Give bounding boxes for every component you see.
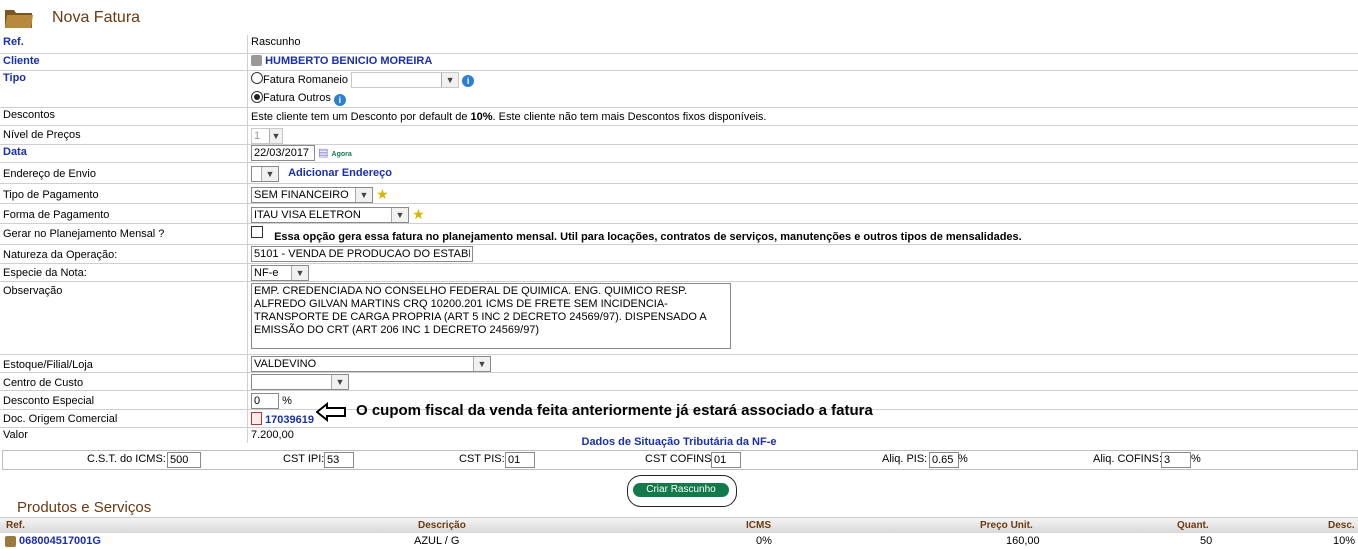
table-row[interactable]: 068004517001G AZUL / G 0% 160,00 50 10% bbox=[0, 533, 1358, 549]
pis-label: CST PIS: bbox=[459, 453, 505, 465]
estoque-label: Estoque/Filial/Loja bbox=[0, 354, 248, 373]
chevron-down-icon: ▼ bbox=[441, 72, 459, 87]
gerar-checkbox[interactable] bbox=[251, 225, 263, 238]
info-icon[interactable]: i bbox=[462, 75, 475, 88]
nivel-label: Nível de Preços bbox=[0, 125, 248, 145]
produtos-title: Produtos e Serviços bbox=[17, 499, 152, 516]
col-descricao: Descrição bbox=[418, 520, 466, 531]
document-icon bbox=[251, 411, 262, 425]
gerar-text: Essa opção gera essa fatura no planejame… bbox=[274, 230, 1022, 243]
data-field[interactable] bbox=[251, 144, 315, 161]
criar-rascunho-highlight: Criar Rascunho bbox=[627, 475, 737, 507]
cofins-field[interactable] bbox=[711, 452, 741, 468]
agora-link[interactable]: Agora bbox=[332, 151, 352, 158]
radio-fatura-romaneio[interactable] bbox=[251, 72, 263, 85]
cofins-label: CST COFINS: bbox=[645, 453, 715, 465]
desc-esp-label: Desconto Especial bbox=[0, 390, 248, 410]
ipi-field[interactable] bbox=[324, 452, 354, 468]
tipo-opt2-label: Fatura Outros bbox=[263, 91, 331, 104]
forma-pag-label: Forma de Pagamento bbox=[0, 203, 248, 224]
chevron-down-icon: ▼ bbox=[269, 128, 282, 143]
chevron-down-icon: ▼ bbox=[291, 265, 308, 280]
descontos-text: Este cliente tem um Desconto por default… bbox=[247, 107, 1358, 126]
desc-esp-unit: % bbox=[282, 394, 292, 407]
estoque-select[interactable]: VALDEVINO ▼ bbox=[251, 355, 491, 372]
romaneio-select[interactable]: ▼ bbox=[351, 71, 460, 88]
star-icon[interactable]: ★ bbox=[412, 206, 425, 222]
header: Nova Fatura bbox=[0, 0, 1358, 36]
col-quant: Quant. bbox=[1177, 520, 1209, 531]
invoice-form: Ref. Rascunho Cliente HUMBERTO BENICIO MO… bbox=[0, 35, 1358, 444]
endereco-select[interactable]: ▼ bbox=[251, 165, 279, 182]
folder-icon bbox=[5, 10, 33, 28]
tributaria-title: Dados de Situação Tributária da NF-e bbox=[581, 436, 777, 448]
chevron-down-icon: ▼ bbox=[473, 356, 490, 371]
produtos-header: Ref. Descrição ICMS Preço Unit. Quant. D… bbox=[0, 517, 1358, 533]
criar-rascunho-button[interactable]: Criar Rascunho bbox=[633, 483, 729, 497]
centro-label: Centro de Custo bbox=[0, 372, 248, 391]
produto-quant: 50 bbox=[1200, 535, 1213, 547]
ipi-label: CST IPI: bbox=[283, 453, 325, 465]
radio-fatura-outros[interactable] bbox=[251, 90, 263, 103]
doc-origem-link[interactable]: 17039619 bbox=[265, 414, 314, 426]
especie-label: Especie da Nota: bbox=[0, 263, 248, 282]
endereco-label: Endereço de Envio bbox=[0, 162, 248, 184]
natureza-field[interactable] bbox=[251, 245, 473, 262]
adicionar-endereco-link[interactable]: Adicionar Endereço bbox=[288, 167, 392, 179]
forma-pagamento-select[interactable]: ITAU VISA ELETRON ▼ bbox=[251, 206, 409, 223]
chevron-down-icon: ▼ bbox=[331, 374, 348, 389]
col-preco: Preço Unit. bbox=[980, 520, 1033, 531]
icms-field[interactable] bbox=[167, 452, 201, 468]
desconto-especial-field[interactable] bbox=[251, 392, 279, 409]
nivel-select[interactable]: 1 ▼ bbox=[251, 127, 283, 144]
data-label: Data bbox=[3, 145, 27, 158]
obs-label: Observação bbox=[0, 281, 248, 355]
star-icon[interactable]: ★ bbox=[376, 186, 389, 202]
produto-descricao: AZUL / G bbox=[414, 535, 460, 547]
natureza-label: Natureza da Operação: bbox=[0, 244, 248, 264]
produto-preco: 160,00 bbox=[1006, 535, 1040, 547]
observacao-textarea[interactable]: EMP. CREDENCIADA NO CONSELHO FEDERAL DE … bbox=[251, 282, 731, 349]
chevron-down-icon: ▼ bbox=[261, 166, 278, 181]
ref-value: Rascunho bbox=[247, 35, 1358, 54]
aliq-cofins-label: Aliq. COFINS: bbox=[1093, 453, 1163, 465]
doc-label: Doc. Origem Comercial bbox=[0, 409, 248, 428]
produto-icms: 0% bbox=[756, 535, 772, 547]
arrow-left-icon bbox=[316, 402, 346, 422]
cliente-link[interactable]: HUMBERTO BENICIO MOREIRA bbox=[265, 55, 432, 67]
especie-select[interactable]: NF-e ▼ bbox=[251, 264, 309, 281]
descontos-label: Descontos bbox=[0, 107, 248, 126]
tipo-opt1-label: Fatura Romaneio bbox=[263, 73, 348, 86]
tipo-pag-label: Tipo de Pagamento bbox=[0, 183, 248, 204]
gerar-label: Gerar no Planejamento Mensal ? bbox=[0, 223, 248, 245]
produto-desc: 10% bbox=[1333, 535, 1356, 547]
aliq-pis-field[interactable] bbox=[929, 452, 959, 468]
centro-custo-select[interactable]: ▼ bbox=[251, 373, 349, 390]
aliq-pis-unit: % bbox=[958, 453, 968, 465]
ref-label: Ref. bbox=[0, 35, 248, 54]
col-ref: Ref. bbox=[6, 520, 25, 531]
annotation-text: O cupom fiscal da venda feita anteriorme… bbox=[356, 402, 873, 419]
icms-label: C.S.T. do ICMS: bbox=[87, 453, 166, 465]
aliq-pis-label: Aliq. PIS: bbox=[882, 453, 928, 465]
client-icon bbox=[251, 54, 262, 66]
chevron-down-icon: ▼ bbox=[391, 207, 408, 222]
produto-ref-link[interactable]: 068004517001G bbox=[19, 535, 101, 547]
aliq-cofins-field[interactable] bbox=[1161, 452, 1191, 468]
calendar-icon[interactable]: ▤ bbox=[318, 147, 328, 159]
package-icon bbox=[5, 536, 16, 547]
aliq-cofins-unit: % bbox=[1191, 453, 1201, 465]
pis-field[interactable] bbox=[505, 452, 535, 468]
col-desc: Desc. bbox=[1328, 520, 1355, 531]
tipo-pagamento-select[interactable]: SEM FINANCEIRO ▼ bbox=[251, 186, 373, 203]
chevron-down-icon: ▼ bbox=[355, 187, 372, 202]
info-icon[interactable]: i bbox=[333, 93, 346, 106]
cliente-label: Cliente bbox=[3, 54, 40, 67]
col-icms: ICMS bbox=[746, 520, 771, 531]
tipo-label: Tipo bbox=[3, 71, 27, 84]
tributaria-row: C.S.T. do ICMS: CST IPI: CST PIS: CST CO… bbox=[2, 450, 1358, 470]
page-title: Nova Fatura bbox=[52, 9, 141, 26]
